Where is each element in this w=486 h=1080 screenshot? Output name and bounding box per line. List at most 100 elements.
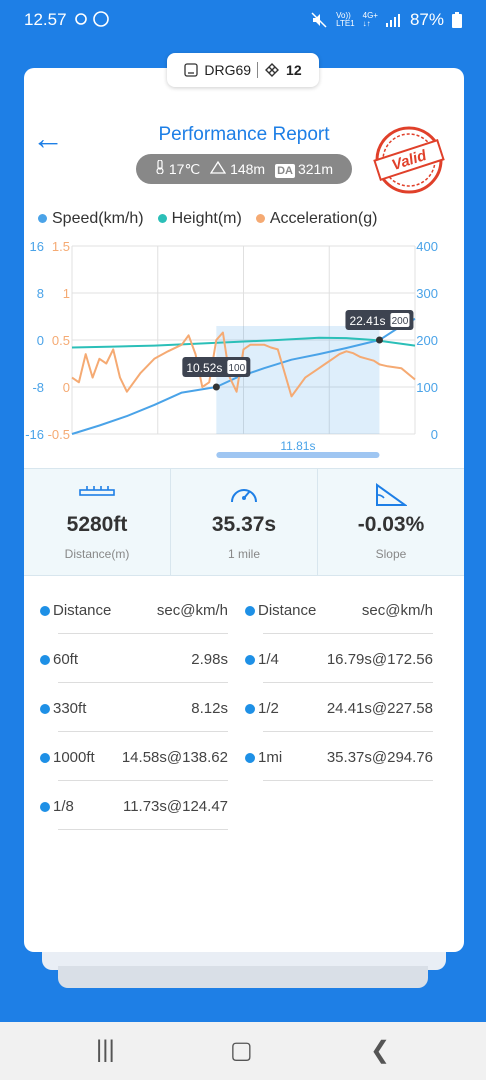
system-nav-bar: ||| ▢ ❮	[0, 1022, 486, 1080]
y-tick-label: 300	[416, 286, 438, 301]
split-bullet	[245, 753, 255, 763]
split-name: Distance	[53, 602, 112, 619]
split-name: 1/2	[258, 700, 279, 717]
chart-legend: Speed(km/h) Height(m) Acceleration(g)	[38, 210, 377, 228]
split-value: 2.98s	[191, 651, 228, 668]
da-label: DA	[275, 164, 295, 178]
legend-speed[interactable]: Speed(km/h)	[38, 210, 144, 228]
y-tick-label: 8	[37, 286, 44, 301]
marker-point	[375, 336, 383, 344]
thermometer-icon	[156, 159, 164, 175]
network-indicator: 4G+ ↓↑	[363, 12, 378, 28]
battery-percent: 87%	[409, 10, 444, 29]
marker-time: 22.41s	[349, 314, 385, 328]
device-icon	[184, 63, 199, 77]
stat-value: 5280ft	[66, 513, 128, 536]
split-row: 1/2 24.41s@227.58	[245, 684, 433, 732]
slope-icon	[376, 483, 407, 506]
y-tick-label: 0.5	[52, 333, 70, 348]
split-name: Distance	[258, 602, 317, 619]
y-tick-label: 16	[30, 240, 44, 254]
density-altitude-item: DA 321m	[275, 161, 333, 178]
satellite-icon	[265, 63, 280, 77]
legend-dot	[157, 214, 167, 223]
performance-chart[interactable]: 11.81s 16 8 0 -8 -16 1.5 1 0.5 0 -0.5 400 300 200 100 0…	[24, 240, 464, 462]
notification-icon	[75, 11, 109, 27]
y-tick-label: 0	[431, 427, 438, 442]
y-tick-label: 1	[63, 286, 70, 301]
split-bullet	[245, 704, 255, 714]
legend-label: Height(m)	[171, 210, 242, 227]
y-tick-label: 100	[416, 380, 438, 395]
split-value: 16.79s@172.56	[326, 651, 433, 668]
y-tick-label: 200	[416, 333, 438, 348]
temperature-item: 17℃	[155, 159, 200, 178]
split-name: 1000ft	[53, 749, 95, 766]
split-name: 330ft	[53, 700, 87, 717]
home-button[interactable]: ▢	[230, 1036, 253, 1065]
conditions-pill: 17℃ 148m DA 321m	[136, 154, 352, 184]
split-row: 1mi 35.37s@294.76	[245, 733, 433, 781]
split-bullet	[40, 802, 50, 812]
mute-icon	[311, 12, 327, 28]
back-button[interactable]: ❮	[370, 1036, 390, 1065]
mountain-icon	[209, 160, 227, 174]
row-divider	[263, 633, 433, 634]
report-card: ← Performance Report 17℃ 148m DA 321m Val…	[24, 68, 464, 952]
split-row: Distance sec@km/h	[245, 586, 433, 634]
selection-duration: 11.81s	[280, 439, 315, 453]
legend-label: Acceleration(g)	[269, 210, 378, 227]
split-row: 330ft 8.12s	[40, 684, 228, 732]
recent-apps-button[interactable]: |||	[96, 1036, 115, 1064]
y-tick-label: 400	[416, 240, 438, 254]
satellite-count: 12	[286, 62, 302, 78]
ruler-icon	[79, 486, 115, 496]
y-tick-label: -16	[25, 427, 44, 442]
split-row: 60ft 2.98s	[40, 635, 228, 683]
stat-label: Distance(m)	[64, 547, 130, 561]
split-value: 8.12s	[191, 700, 228, 717]
y-tick-label: 0	[63, 380, 70, 395]
row-divider	[58, 731, 228, 732]
marker-value: 200	[392, 316, 409, 327]
net-bottom: ↓↑	[362, 19, 371, 28]
split-bullet	[245, 606, 255, 616]
split-value: 14.58s@138.62	[121, 749, 228, 766]
split-bullet	[40, 606, 50, 616]
split-bullet	[40, 704, 50, 714]
legend-height[interactable]: Height(m)	[157, 210, 242, 228]
device-badge[interactable]: DRG69 12	[167, 53, 319, 87]
y-tick-label: 1.5	[52, 240, 70, 254]
legend-acceleration[interactable]: Acceleration(g)	[255, 210, 378, 228]
legend-dot	[255, 214, 265, 223]
stat-label: 1 mile	[227, 547, 260, 561]
row-divider	[58, 780, 228, 781]
legend-dot	[38, 214, 47, 223]
stat-value: -0.03%	[357, 513, 425, 536]
lte-bottom: LTE1	[336, 19, 355, 28]
row-divider	[58, 682, 228, 683]
split-row: Distance sec@km/h	[40, 586, 228, 634]
stat-distance: 5280ft Distance(m)	[24, 469, 171, 575]
stat-time: 35.37s 1 mile	[171, 469, 318, 575]
split-value: 35.37s@294.76	[326, 749, 433, 766]
split-value: sec@km/h	[361, 602, 433, 619]
y-tick-label: -0.5	[48, 427, 70, 442]
valid-stamp: Valid	[373, 126, 445, 194]
y-tick-label: 0	[37, 333, 44, 348]
altitude-value: 148m	[230, 161, 266, 177]
battery-icon	[452, 12, 462, 28]
speedometer-icon	[231, 489, 257, 503]
signal-icon	[385, 14, 400, 27]
stats-panel: 5280ft Distance(m) 35.37s 1 mile -0.03% …	[24, 468, 464, 576]
split-row: 1/4 16.79s@172.56	[245, 635, 433, 683]
split-name: 60ft	[53, 651, 79, 668]
status-time: 12.57	[24, 10, 67, 29]
stat-label: Slope	[375, 547, 407, 561]
split-row: 1/8 11.73s@124.47	[40, 782, 228, 830]
split-name: 1/4	[258, 651, 279, 668]
divider	[257, 62, 259, 78]
split-name: 1mi	[258, 749, 283, 766]
marker-point	[212, 383, 220, 391]
split-bullet	[40, 655, 50, 665]
